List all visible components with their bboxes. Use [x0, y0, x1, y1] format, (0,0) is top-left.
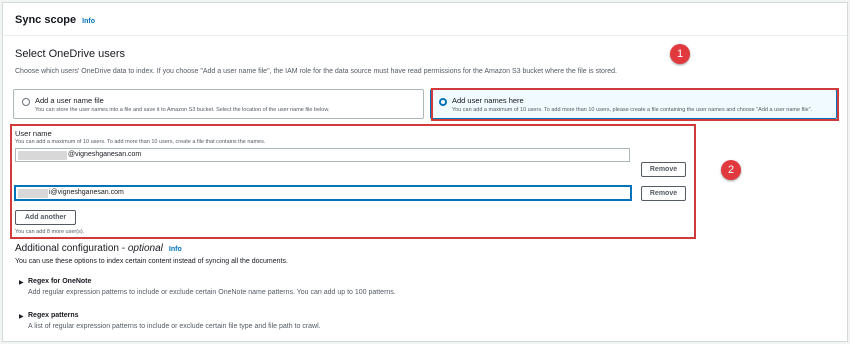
additional-config-title: Additional configuration - — [15, 243, 128, 254]
redacted-username — [18, 189, 48, 198]
user-name-input-1[interactable]: @vigneshganesan.com — [15, 148, 630, 162]
user-name-value-1: @vigneshganesan.com — [68, 151, 142, 158]
radio-file-description: You can store the user names into a file… — [35, 107, 330, 113]
panel-title: Sync scope Info — [15, 14, 95, 26]
regex-onenote-title[interactable]: Regex for OneNote — [28, 278, 91, 285]
annotation-badge-2: 2 — [721, 160, 741, 180]
optional-label: optional — [127, 243, 163, 254]
remaining-users-hint: You can add 8 more user(s). — [15, 229, 85, 235]
regex-patterns-description: A list of regular expression patterns to… — [28, 323, 321, 330]
info-link[interactable]: Info — [169, 246, 182, 253]
annotation-badge-1: 1 — [670, 44, 690, 64]
sync-scope-title: Sync scope — [15, 14, 77, 26]
info-link[interactable]: Info — [82, 18, 95, 25]
onedrive-users-heading: Select OneDrive users — [15, 48, 126, 60]
additional-config-heading: Additional configuration - optional Info — [15, 243, 182, 254]
caret-right-icon[interactable]: ▶ — [19, 313, 24, 320]
remove-button-1[interactable]: Remove — [641, 162, 686, 177]
radio-add-user-name-file[interactable]: Add a user name file You can store the u… — [13, 89, 424, 119]
onedrive-users-description: Choose which users' OneDrive data to ind… — [15, 68, 618, 75]
regex-patterns-title[interactable]: Regex patterns — [28, 312, 79, 319]
radio-button-icon[interactable] — [22, 98, 30, 106]
user-name-value-2: i@vigneshganesan.com — [49, 189, 124, 196]
redacted-username — [18, 151, 67, 160]
regex-onenote-description: Add regular expression patterns to inclu… — [28, 289, 396, 296]
additional-config-description: You can use these options to index certa… — [15, 258, 288, 265]
user-name-hint: You can add a maximum of 10 users. To ad… — [15, 139, 266, 145]
add-another-button[interactable]: Add another — [15, 210, 76, 225]
radio-file-label: Add a user name file — [35, 96, 104, 105]
sync-scope-panel: Sync scope Info Select OneDrive users Cho… — [2, 2, 848, 342]
caret-right-icon[interactable]: ▶ — [19, 279, 24, 286]
panel-header: Sync scope Info — [3, 3, 847, 36]
remove-button-2[interactable]: Remove — [641, 186, 686, 201]
user-name-input-2[interactable]: i@vigneshganesan.com — [15, 186, 631, 200]
callout-box-1 — [431, 88, 839, 121]
user-name-label: User name — [15, 129, 52, 138]
